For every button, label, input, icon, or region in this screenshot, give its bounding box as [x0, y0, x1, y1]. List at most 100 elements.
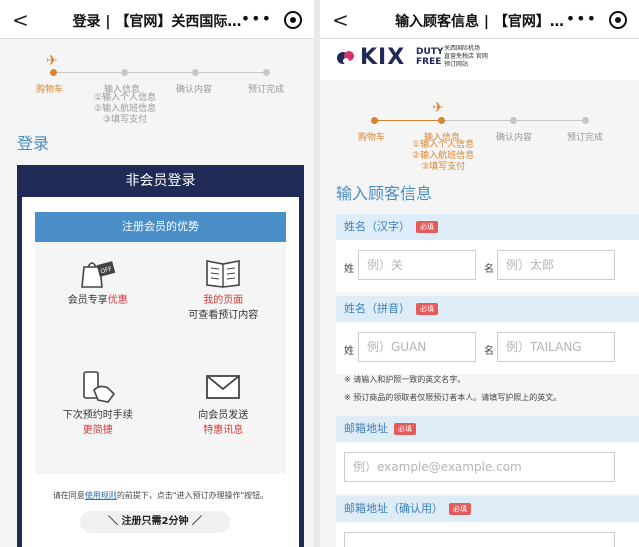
section-title: 登录 — [17, 134, 50, 153]
quick-register-badge: ＼ 注册只需2分钟 ／ — [80, 511, 230, 533]
step-label-cart: 购物车 — [358, 133, 386, 143]
required-badge: 必填 — [416, 303, 438, 315]
given-name-label: 名 — [484, 264, 494, 275]
step-dot-complete — [263, 69, 270, 76]
benefits-grid: OFF 会员专享优惠 我的页面 可查看预订内容 下次预约时手续 更简捷 向会员发… — [35, 242, 286, 474]
step-label-complete: 预订完成 — [248, 85, 285, 95]
benefit-text: 向会员发送 — [198, 410, 249, 421]
logo-sub-line: 预订网站 — [444, 61, 469, 68]
email-row: 例）example@example.com — [336, 442, 639, 494]
mini-program-icon[interactable] — [284, 11, 302, 29]
consent-text: 的前提下，点击"进入预订办理操作"按钮。 — [116, 491, 269, 500]
top-bar: < 输入顾客信息 | 【官网】… ••• — [320, 0, 639, 39]
form-area: ✈ 购物车 输入信息 ①输入个人信息 ②输入航班信息 ③填写支付 确认内容 预订… — [320, 80, 639, 547]
email-input[interactable]: 例）example@example.com — [344, 452, 615, 482]
step-label-confirm: 确认内容 — [496, 133, 533, 143]
step-substeps: ①输入个人信息 ②输入航班信息 ③填写支付 — [94, 93, 156, 126]
kix-logo-text: KIX — [360, 45, 406, 70]
benefit-discount: OFF 会员专享优惠 — [35, 257, 161, 308]
substep-2: ②输入航班信息 — [412, 151, 475, 161]
open-book-icon — [206, 260, 241, 288]
stepper-line-done — [374, 120, 440, 121]
benefit-text: 下次预约时手续 — [62, 410, 133, 421]
free-text: FREE — [416, 57, 442, 67]
name-pinyin-header: 姓名（拼音） 必填 — [336, 296, 639, 322]
given-kanji-input[interactable]: 例）太郎 — [497, 250, 615, 280]
shopping-bag-icon: OFF — [80, 261, 116, 288]
left-screen: < 登录 | 【官网】关西国际… ••• ✈ 购物车 输入信息 ①输入个人信息 … — [0, 0, 314, 547]
duty-free-text: DUTY FREE — [416, 47, 443, 67]
step-substeps: ①输入个人信息 ②输入航班信息 ③填写支付 — [412, 140, 474, 173]
required-badge: 必填 — [394, 423, 416, 435]
card-body: 注册会员的优势 OFF 会员专享优惠 我的页面 可查看预订内容 下次预约时手续 … — [22, 197, 299, 547]
envelope-icon — [206, 375, 241, 399]
step-dot-complete — [582, 117, 589, 124]
given-pinyin-input[interactable]: 例）TAILANG — [497, 332, 615, 362]
logo-sub-line: 关西国际机场 — [444, 45, 481, 52]
required-badge: 必填 — [416, 221, 438, 233]
benefit-highlight: 优惠 — [107, 295, 128, 306]
duty-text: DUTY — [416, 47, 444, 57]
surname-label: 姓 — [344, 264, 354, 275]
step-label-confirm: 确认内容 — [176, 85, 213, 95]
given-name-label: 名 — [484, 346, 494, 357]
stepper-line — [54, 72, 263, 73]
name-kanji-row: 姓 例）关 名 例）太郎 — [336, 240, 639, 292]
name-pinyin-row: 姓 例）GUAN 名 例）TAILANG — [336, 322, 639, 374]
benefit-easy-booking: 下次预约时手续 更简捷 — [35, 370, 161, 438]
benefit-highlight: 更简捷 — [82, 425, 113, 436]
consent-text: 请在同意 — [52, 491, 85, 500]
terms-consent: 请在同意使用规则的前提下，点击"进入预订办理操作"按钮。 — [22, 490, 299, 501]
step-dot-confirm — [192, 69, 199, 76]
surname-pinyin-input[interactable]: 例）GUAN — [358, 332, 476, 362]
logo-row: KIX DUTY FREE 关西国际机场 直营免税店 官网 预订网站 — [320, 39, 639, 81]
substep-2: ②输入航班信息 — [94, 104, 157, 114]
passport-name-note: ※ 请输入和护照一致的英文名字。 — [344, 375, 466, 384]
benefit-mail: 向会员发送 特惠讯息 — [161, 370, 287, 438]
phone-tap-icon — [82, 371, 115, 403]
field-label: 邮箱地址 — [344, 422, 388, 435]
guest-login-card: 非会员登录 注册会员的优势 OFF 会员专享优惠 我的页面 可查看预订内容 下次… — [17, 165, 304, 547]
email-confirm-input[interactable] — [344, 532, 615, 547]
substep-1: ①输入个人信息 — [94, 93, 157, 103]
member-benefits-button[interactable]: 注册会员的优势 — [35, 212, 286, 242]
required-badge: 必填 — [449, 503, 471, 515]
card-title: 非会员登录 — [125, 173, 196, 189]
substep-3: ③填写支付 — [421, 162, 466, 172]
benefit-text: 可查看预订内容 — [188, 310, 259, 321]
step-dot-cart — [371, 117, 378, 124]
progress-stepper: ✈ 购物车 输入信息 ①输入个人信息 ②输入航班信息 ③填写支付 确认内容 预订… — [0, 39, 314, 129]
right-screen: < 输入顾客信息 | 【官网】… ••• KIX DUTY FREE 关西国际机… — [320, 0, 639, 547]
step-dot-info — [438, 117, 445, 124]
more-icon[interactable]: ••• — [241, 9, 272, 28]
benefit-highlight: 特惠讯息 — [203, 425, 244, 436]
name-kanji-header: 姓名（汉字） 必填 — [336, 214, 639, 240]
step-dot-cart — [50, 69, 57, 76]
terms-link[interactable]: 使用规则 — [85, 491, 117, 500]
step-dot-info — [121, 69, 128, 76]
field-label: 邮箱地址（确认用） — [344, 502, 443, 515]
benefit-highlight: 我的页面 — [203, 295, 244, 306]
step-label-complete: 预订完成 — [567, 133, 604, 143]
airplane-icon: ✈ — [432, 100, 444, 116]
mini-program-icon[interactable] — [609, 11, 627, 29]
email-header: 邮箱地址 必填 — [336, 416, 639, 442]
airplane-icon: ✈ — [46, 53, 58, 69]
top-bar: < 登录 | 【官网】关西国际… ••• — [0, 0, 314, 39]
logo-subtitle: 关西国际机场 直营免税店 官网 预订网站 — [444, 45, 488, 69]
step-dot-confirm — [510, 117, 517, 124]
email-confirm-row — [336, 522, 639, 547]
field-label: 姓名（拼音） — [344, 302, 410, 315]
surname-kanji-input[interactable]: 例）关 — [358, 250, 476, 280]
pickup-note: ※ 预订商品的领取者仅限预订者本人。请填写护照上的英文。 — [344, 393, 562, 402]
progress-stepper: ✈ 购物车 输入信息 ①输入个人信息 ②输入航班信息 ③填写支付 确认内容 预订… — [320, 80, 639, 173]
section-title: 输入顾客信息 — [336, 184, 433, 203]
email-confirm-header: 邮箱地址（确认用） 必填 — [336, 496, 639, 522]
surname-label: 姓 — [344, 346, 354, 357]
more-icon[interactable]: ••• — [566, 9, 597, 28]
kix-logo-icon[interactable] — [336, 48, 356, 68]
benefit-mypage: 我的页面 可查看预订内容 — [161, 257, 287, 323]
substep-1: ①输入个人信息 — [412, 140, 475, 150]
step-label-cart: 购物车 — [36, 85, 64, 95]
field-label: 姓名（汉字） — [344, 220, 410, 233]
